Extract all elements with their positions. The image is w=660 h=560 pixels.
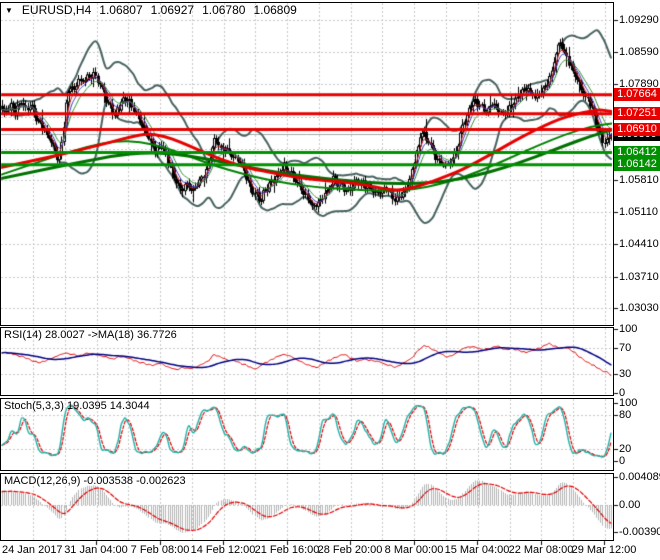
ohlc-low-value: 1.06780 <box>202 3 246 17</box>
macd-axis-label: -0.003902 <box>619 525 660 538</box>
time-axis-label: 7 Feb 08:00 <box>130 544 190 556</box>
stoch-axis-label: 0 <box>619 455 626 467</box>
stoch-indicator-label: Stoch(5,3,3) 19.0395 14.3044 <box>4 400 150 412</box>
chart-header: ▼ EURUSD,H4 1.06807 1.06927 1.06780 1.06… <box>5 3 297 17</box>
time-axis-label: 24 Jan 2017 <box>2 544 63 556</box>
price-axis-label: 1.08590 <box>619 46 659 59</box>
time-axis-label: 8 Mar 00:00 <box>384 544 444 556</box>
symbol-dropdown-icon[interactable]: ▼ <box>5 6 13 15</box>
stoch-axis-label: 100 <box>619 397 638 409</box>
ohlc-close-value: 1.06809 <box>253 3 297 17</box>
resistance-price-badge: 1.06910 <box>614 123 660 136</box>
time-axis-label: 14 Feb 12:00 <box>190 544 256 556</box>
price-axis-label: 1.05810 <box>619 174 659 187</box>
macd-axis-label: 0.00 <box>619 499 641 511</box>
time-axis-label: 21 Feb 16:00 <box>254 544 320 556</box>
stoch-axis-label: 20 <box>619 443 632 456</box>
time-axis-label: 31 Jan 04:00 <box>64 544 128 556</box>
price-axis-label: 1.03030 <box>619 301 659 314</box>
price-axis-label: 1.03710 <box>619 270 659 283</box>
time-axis-label: 28 Feb 20:00 <box>317 544 383 556</box>
stoch-axis-label: 80 <box>619 408 632 421</box>
trading-chart-window: ▼ EURUSD,H4 1.06807 1.06927 1.06780 1.06… <box>0 0 660 560</box>
time-axis-label: 29 Mar 12:00 <box>571 544 637 556</box>
ohlc-open-value: 1.06807 <box>99 3 143 17</box>
main-chart-panel[interactable] <box>0 2 614 326</box>
ohlc-high-value: 1.06927 <box>150 3 195 17</box>
time-axis-label: 15 Mar 04:00 <box>444 544 510 556</box>
rsi-axis-label: 70 <box>619 342 632 355</box>
rsi-indicator-label: RSI(14) 28.0027 ->MA(18) 36.7726 <box>4 329 177 341</box>
time-axis-label: 22 Mar 08:00 <box>508 544 574 556</box>
price-axis-label: 1.04410 <box>619 238 659 251</box>
support-price-badge: 1.06142 <box>614 158 660 171</box>
rsi-axis-label: 30 <box>619 367 632 380</box>
macd-axis-label: 0.004089 <box>619 470 660 483</box>
resistance-price-badge: 1.07251 <box>614 107 660 120</box>
price-axis-label: 1.09290 <box>619 14 659 26</box>
symbol-timeframe-label: EURUSD,H4 <box>21 3 92 17</box>
price-axis-label: 1.05110 <box>619 206 658 219</box>
resistance-price-badge: 1.07664 <box>614 88 660 101</box>
macd-indicator-label: MACD(12,26,9) -0.003538 -0.002623 <box>4 475 186 487</box>
rsi-axis-label: 100 <box>619 322 638 335</box>
